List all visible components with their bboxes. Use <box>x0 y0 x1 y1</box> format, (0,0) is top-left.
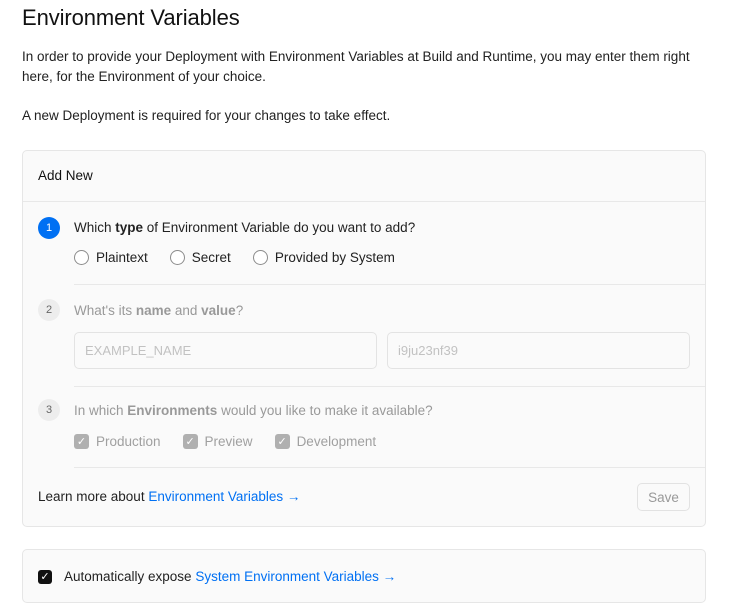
checkbox-production-label: Production <box>96 434 161 449</box>
page-description: In order to provide your Deployment with… <box>22 49 690 84</box>
step-3-question: In which Environments would you like to … <box>74 403 433 418</box>
name-input[interactable] <box>74 332 377 369</box>
step-3-question-bold: Environments <box>127 403 218 418</box>
checkbox-development[interactable]: ✓ Development <box>274 434 377 449</box>
checkbox-preview[interactable]: ✓ Preview <box>182 434 253 449</box>
checkbox-preview-label: Preview <box>204 434 253 449</box>
auto-expose-card: ✓ Automatically expose System Environmen… <box>22 549 706 603</box>
step-3-badge: 3 <box>38 399 60 421</box>
auto-expose-checkbox[interactable]: ✓ Automatically expose System Environmen… <box>38 569 396 584</box>
radio-circle[interactable] <box>169 250 185 265</box>
step-3-question-post: would you like to make it available? <box>217 403 433 418</box>
add-new-card: Add New 1 Which type of Environment Vari… <box>22 150 706 527</box>
checkmark-icon[interactable]: ✓ <box>182 434 198 449</box>
radio-provided-by-system[interactable]: Provided by System <box>252 250 395 265</box>
step-1-divider <box>74 284 705 285</box>
step-2-question-pre: What's its <box>74 303 136 318</box>
step-3-divider <box>74 467 705 468</box>
environments-checkbox-group: ✓ Production ✓ Preview ✓ Development <box>74 434 398 449</box>
learn-more: Learn more about Environment Variables → <box>38 489 300 504</box>
page-title: Environment Variables <box>22 5 240 30</box>
step-2-divider <box>74 386 705 387</box>
step-2-question-name: name <box>135 303 172 318</box>
step-1-question-pre: Which <box>74 220 116 235</box>
environment-variables-link[interactable]: Environment Variables → <box>148 489 300 504</box>
card-header-divider <box>23 201 705 202</box>
step-2-question-post: ? <box>235 303 244 318</box>
checkbox-production[interactable]: ✓ Production <box>74 434 161 449</box>
step-2-badge: 2 <box>38 299 60 321</box>
type-radio-group: Plaintext Secret Provided by System <box>74 250 417 265</box>
radio-circle[interactable] <box>74 250 89 265</box>
add-new-title: Add New <box>38 168 93 183</box>
radio-secret[interactable]: Secret <box>169 250 231 265</box>
deployment-note: A new Deployment is required for your ch… <box>22 108 391 123</box>
save-button[interactable]: Save <box>637 483 690 511</box>
step-1-question: Which type of Environment Variable do yo… <box>74 220 415 235</box>
radio-plaintext[interactable]: Plaintext <box>74 250 148 265</box>
checkbox-development-label: Development <box>296 434 377 449</box>
radio-circle[interactable] <box>252 250 268 265</box>
checkmark-icon[interactable]: ✓ <box>38 569 52 584</box>
step-1-badge: 1 <box>38 217 60 239</box>
learn-more-text: Learn more about <box>38 489 149 504</box>
value-input[interactable] <box>387 332 690 369</box>
radio-plaintext-label: Plaintext <box>96 250 148 265</box>
step-1-question-post: of Environment Variable do you want to a… <box>143 220 416 235</box>
system-environment-variables-link[interactable]: System Environment Variables → <box>195 569 396 584</box>
step-3-question-pre: In which <box>74 403 128 418</box>
step-2-question-value: value <box>201 303 236 318</box>
step-1-question-bold: type <box>115 220 144 235</box>
step-2-question: What's its name and value? <box>74 303 243 318</box>
radio-provided-by-system-label: Provided by System <box>274 250 395 265</box>
auto-expose-text: Automatically expose <box>64 569 192 584</box>
checkmark-icon[interactable]: ✓ <box>274 434 290 449</box>
checkmark-icon[interactable]: ✓ <box>74 434 89 449</box>
step-2-question-mid: and <box>171 303 202 318</box>
radio-secret-label: Secret <box>191 250 231 265</box>
